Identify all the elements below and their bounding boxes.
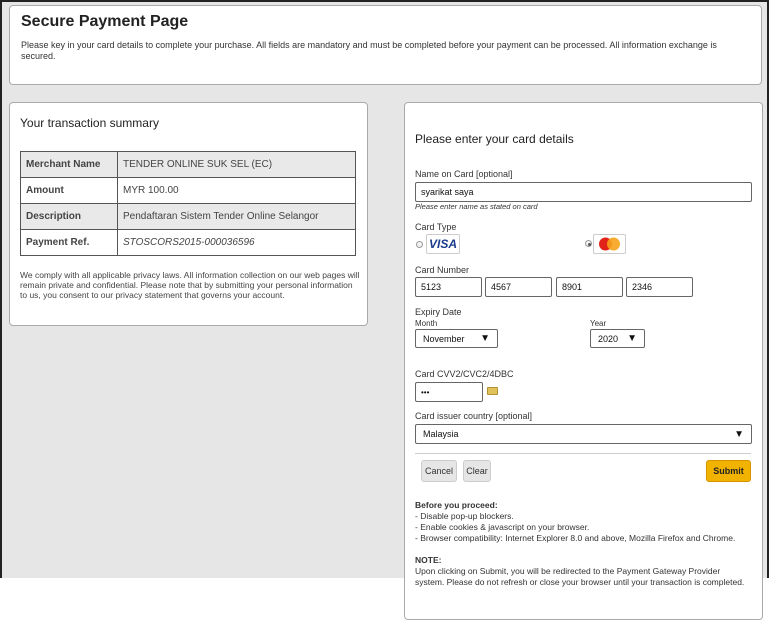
before-item-popups: - Disable pop-up blockers. [415,511,514,521]
before-item-cookies: - Enable cookies & javascript on your br… [415,522,590,532]
cvv-label: Card CVV2/CVC2/4DBC [415,369,514,379]
name-on-card-hint: Please enter name as stated on card [415,202,538,211]
month-label: Month [415,319,438,328]
merchant-name-value: TENDER ONLINE SUK SEL (EC) [117,151,356,178]
table-row: Merchant Name TENDER ONLINE SUK SEL (EC) [20,151,356,178]
visa-radio[interactable] [416,241,423,248]
table-row: Payment Ref. STOSCORS2015-000036596 [20,229,356,256]
country-value: Malaysia [423,429,459,439]
page-description: Please key in your card details to compl… [21,40,717,61]
summary-title: Your transaction summary [20,116,159,130]
before-item-browser: - Browser compatibility: Internet Explor… [415,533,736,543]
note-title: NOTE: [415,555,442,565]
amount-label: Amount [20,177,118,204]
amount-value: MYR 100.00 [117,177,356,204]
header-panel: Secure Payment Page Please key in your c… [9,5,762,85]
cvv-help-icon[interactable] [487,387,498,395]
clear-button[interactable]: Clear [463,460,491,482]
name-on-card-label: Name on Card [optional] [415,169,513,179]
card-number-part-2[interactable]: 4567 [485,277,552,297]
issuer-country-label: Card issuer country [optional] [415,411,533,421]
table-row: Amount MYR 100.00 [20,177,356,204]
chevron-down-icon: ▼ [627,333,637,344]
before-proceed-title: Before you proceed: [415,500,498,510]
table-row: Description Pendaftaran Sistem Tender On… [20,203,356,230]
description-label: Description [20,203,118,230]
card-number-part-3[interactable]: 8901 [556,277,623,297]
note-text: Upon clicking on Submit, you will be red… [415,566,745,587]
description-value: Pendaftaran Sistem Tender Online Selango… [117,203,356,230]
instructions: Before you proceed: - Disable pop-up blo… [415,500,745,588]
card-form-title: Please enter your card details [415,132,574,146]
card-number-part-4[interactable]: 2346 [626,277,693,297]
month-value: November [423,333,465,344]
year-value: 2020 [598,333,619,344]
visa-logo-icon: VISA [426,234,460,254]
mastercard-radio[interactable] [585,240,592,247]
mastercard-logo-icon [593,234,626,254]
page-title: Secure Payment Page [21,13,189,30]
name-on-card-input[interactable]: syarikat saya [415,182,752,202]
mastercard-circles-icon [599,237,620,251]
card-details-panel: Please enter your card details Name on C… [404,102,763,620]
card-number-label: Card Number [415,265,470,275]
chevron-down-icon: ▼ [734,428,744,440]
payment-ref-label: Payment Ref. [20,229,118,256]
chevron-down-icon: ▼ [480,333,490,344]
merchant-name-label: Merchant Name [20,151,118,178]
card-type-label: Card Type [415,222,457,232]
cvv-input[interactable]: ••• [415,382,483,402]
issuer-country-select[interactable]: Malaysia ▼ [415,424,752,444]
cancel-button[interactable]: Cancel [421,460,457,482]
summary-table: Merchant Name TENDER ONLINE SUK SEL (EC)… [20,151,356,256]
divider [415,453,751,454]
payment-ref-value: STOSCORS2015-000036596 [117,229,356,256]
year-select[interactable]: 2020 ▼ [590,329,645,348]
month-select[interactable]: November ▼ [415,329,498,348]
privacy-statement: We comply with all applicable privacy la… [20,270,360,300]
visa-logo-text: VISA [428,237,457,251]
year-label: Year [590,319,607,328]
submit-button[interactable]: Submit [706,460,751,482]
transaction-summary-panel: Your transaction summary Merchant Name T… [9,102,368,326]
expiry-date-label: Expiry Date [415,307,462,317]
card-number-part-1[interactable]: 5123 [415,277,482,297]
